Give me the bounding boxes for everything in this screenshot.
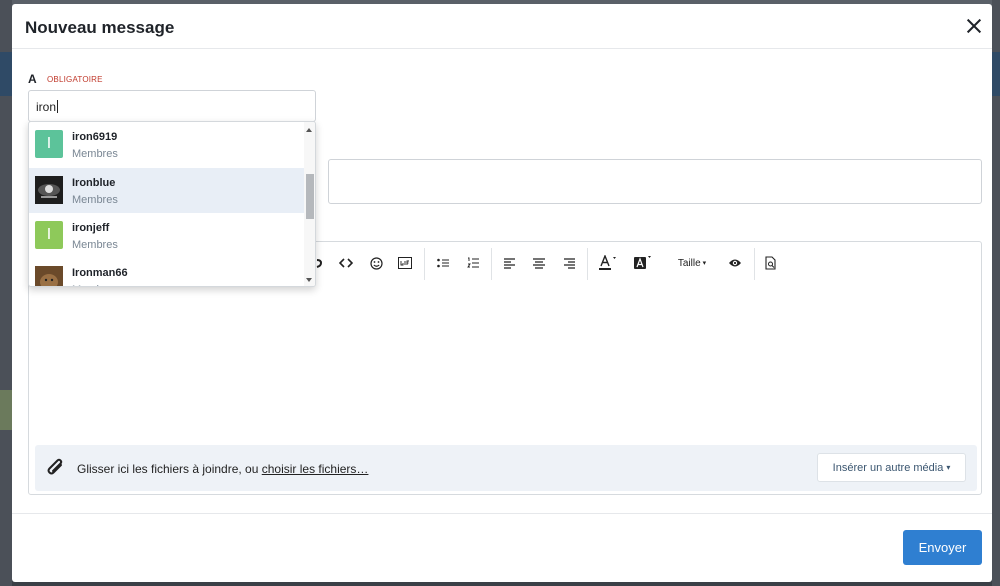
autocomplete-item[interactable]: I ironjeff Membres xyxy=(29,213,304,258)
font-size-label: Taille xyxy=(677,257,701,269)
background-block xyxy=(0,52,12,96)
background-page-right xyxy=(992,0,1000,586)
toolbar-separator xyxy=(587,248,588,280)
scrollbar-thumb[interactable] xyxy=(306,174,314,219)
text-color-icon[interactable] xyxy=(595,250,621,276)
avatar: I xyxy=(35,221,63,249)
autocomplete-item[interactable]: Ironblue Membres xyxy=(29,168,304,213)
align-left-icon[interactable] xyxy=(499,250,521,276)
align-center-icon[interactable] xyxy=(528,250,550,276)
attachment-bar: Glisser ici les fichiers à joindre, ou c… xyxy=(35,445,977,491)
page-preview-icon[interactable] xyxy=(760,250,782,276)
autocomplete-item[interactable]: Ironman66 Membres xyxy=(29,258,304,286)
recipient-autocomplete: I iron6919 Membres Ironblue Membres I ir… xyxy=(28,121,316,287)
background-color-icon[interactable] xyxy=(630,250,656,276)
chevron-down-icon: ▾ xyxy=(946,463,951,472)
subject-input[interactable] xyxy=(328,159,982,204)
text-caret xyxy=(57,100,59,113)
gif-icon[interactable] xyxy=(394,250,416,276)
insert-media-label: Insérer un autre média xyxy=(832,461,944,474)
toolbar-separator xyxy=(754,248,755,280)
member-name: Ironman66 xyxy=(72,267,128,279)
scroll-up-icon[interactable] xyxy=(306,128,312,132)
member-role: Membres xyxy=(72,284,118,286)
background-block xyxy=(992,52,1000,96)
toolbar-separator xyxy=(491,248,492,280)
new-message-modal: Nouveau message A OBLIGATOIRE iron Taill… xyxy=(12,4,992,582)
choose-files-link[interactable]: choisir les fichiers… xyxy=(262,462,369,476)
background-page-left xyxy=(0,0,12,586)
attachment-instructions: Glisser ici les fichiers à joindre, ou c… xyxy=(77,462,368,476)
recipient-input-value: iron xyxy=(36,100,57,114)
recipient-label: A xyxy=(28,72,37,86)
member-role: Membres xyxy=(72,148,118,160)
code-icon[interactable] xyxy=(335,250,357,276)
align-right-icon[interactable] xyxy=(558,250,580,276)
member-name: iron6919 xyxy=(72,131,118,143)
member-name: Ironblue xyxy=(72,177,116,189)
background-block xyxy=(0,390,12,430)
toolbar-separator xyxy=(424,248,425,280)
member-name: ironjeff xyxy=(72,222,110,234)
avatar xyxy=(35,176,63,204)
required-indicator: OBLIGATOIRE xyxy=(47,75,103,84)
smiley-icon[interactable] xyxy=(365,250,387,276)
bullet-list-icon[interactable] xyxy=(432,250,454,276)
member-role: Membres xyxy=(72,194,118,206)
member-role: Membres xyxy=(72,239,118,251)
chevron-down-icon: ▾ xyxy=(702,260,707,267)
scroll-down-icon[interactable] xyxy=(306,278,312,282)
avatar: I xyxy=(35,130,63,158)
close-icon[interactable] xyxy=(962,14,986,38)
autocomplete-item[interactable]: I iron6919 Membres xyxy=(29,122,304,167)
attachment-text: Glisser ici les fichiers à joindre, ou xyxy=(77,462,262,476)
ordered-list-icon[interactable] xyxy=(462,250,484,276)
modal-title: Nouveau message xyxy=(25,18,175,37)
footer-divider xyxy=(12,513,992,514)
insert-media-button[interactable]: Insérer un autre média ▾ xyxy=(817,453,966,482)
recipient-input[interactable]: iron xyxy=(28,90,316,122)
avatar xyxy=(35,266,63,286)
autocomplete-scrollbar[interactable] xyxy=(304,122,315,286)
eye-icon[interactable] xyxy=(724,250,746,276)
send-button[interactable]: Envoyer xyxy=(903,530,982,565)
font-size-dropdown[interactable]: Taille ▾ xyxy=(672,250,712,276)
modal-header: Nouveau message xyxy=(12,4,992,49)
paperclip-icon xyxy=(45,456,67,480)
